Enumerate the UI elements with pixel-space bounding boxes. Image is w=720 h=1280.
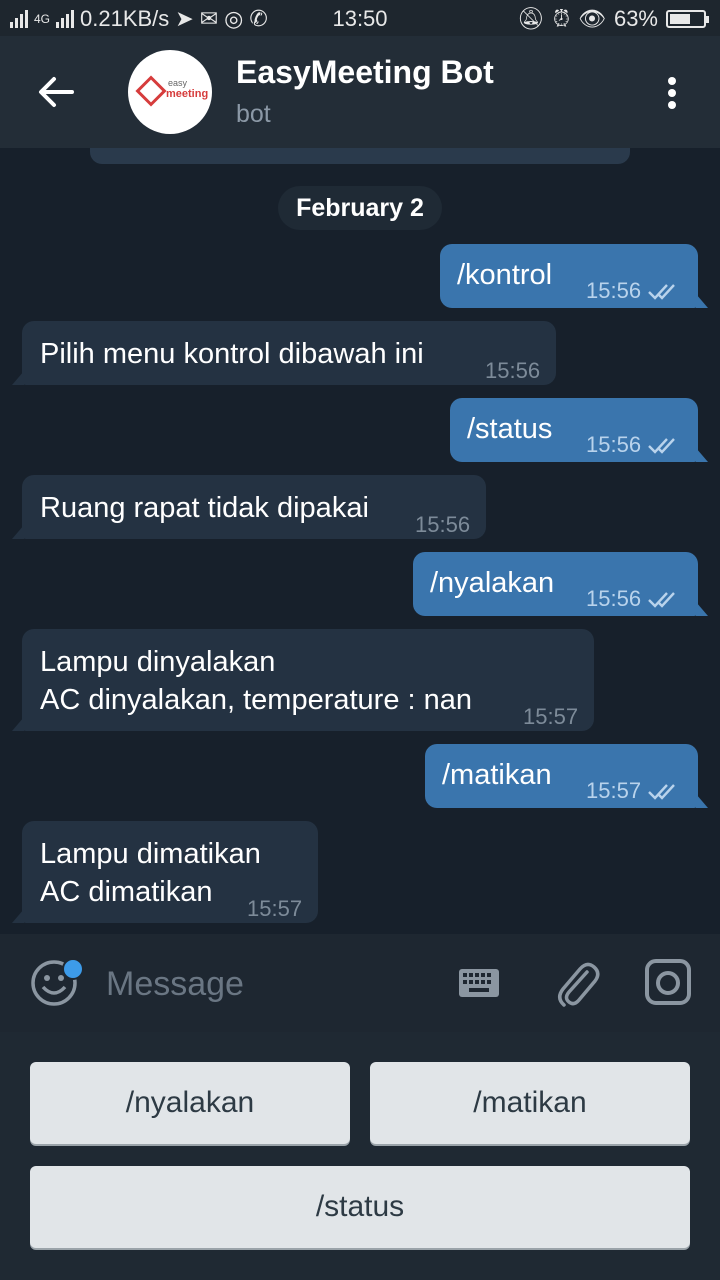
message-text: Ruang rapat tidak dipakai	[40, 492, 369, 524]
message-text: /matikan	[442, 759, 552, 791]
chat-header: easy meeting EasyMeeting Bot bot	[0, 36, 720, 148]
message-meta: 15:56	[485, 352, 540, 390]
message-time: 15:56	[586, 432, 642, 457]
chat-title[interactable]: EasyMeeting Bot	[236, 54, 494, 91]
double-check-icon	[648, 784, 675, 800]
message-composer	[0, 934, 720, 1032]
message-time: 15:57	[586, 778, 642, 803]
message-time: 15:57	[523, 704, 579, 729]
chat-subtitle: bot	[236, 100, 271, 128]
message-meta: 15:56	[415, 506, 470, 544]
message-text: Pilih menu kontrol dibawah ini	[40, 338, 424, 370]
double-check-icon	[648, 438, 675, 454]
message-bubble-incoming[interactable]: Ruang rapat tidak dipakai 15:56	[12, 475, 486, 539]
message-bubble-outgoing[interactable]: /kontrol 15:56	[440, 244, 708, 310]
message-bubble-incoming[interactable]: Lampu dinyalakan AC dinyalakan, temperat…	[12, 629, 594, 731]
message-text: /nyalakan	[430, 567, 555, 599]
message-text: /status	[467, 413, 553, 445]
keyboard-button-matikan[interactable]: /matikan	[370, 1062, 690, 1144]
bot-avatar[interactable]: easy meeting	[128, 50, 212, 134]
message-meta: 15:56	[586, 272, 681, 310]
status-bar: 4G 0.21KB/s ➤ ✉ ◎ ✆ 13:50 🔕︎ ⏰︎ 👁︎ 63%	[0, 0, 720, 36]
message-bubble-outgoing[interactable]: /nyalakan 15:56	[413, 552, 708, 618]
message-meta: 15:56	[586, 426, 681, 464]
date-separator: February 2	[278, 186, 442, 230]
mute-icon: 🔕︎	[516, 6, 545, 31]
message-input[interactable]	[104, 958, 428, 1010]
message-meta: 15:56	[586, 580, 681, 618]
message-time: 15:56	[586, 278, 642, 303]
attach-icon[interactable]	[553, 956, 601, 1010]
message-meta: 15:57	[523, 698, 578, 736]
message-time: 15:56	[586, 586, 642, 611]
message-bubble-incoming[interactable]: Pilih menu kontrol dibawah ini 15:56	[12, 321, 556, 385]
message-meta: 15:57	[586, 772, 681, 810]
message-bubble-incoming[interactable]: Lampu dimatikan AC dimatikan 15:57	[12, 821, 318, 923]
message-time: 15:57	[247, 896, 303, 921]
message-text: Lampu dimatikan AC dimatikan	[40, 838, 261, 908]
alarm-icon: ⏰︎	[552, 6, 571, 31]
message-meta: 15:57	[247, 890, 302, 928]
logo-mark-icon	[135, 75, 167, 107]
message-time: 15:56	[485, 358, 541, 383]
double-check-icon	[648, 592, 675, 608]
message-time: 15:56	[415, 512, 471, 537]
bot-keyboard-icon[interactable]	[458, 968, 500, 998]
message-text: /kontrol	[457, 259, 553, 291]
more-options-icon[interactable]	[664, 74, 680, 114]
keyboard-button-nyalakan[interactable]: /nyalakan	[30, 1062, 350, 1144]
battery-percent: 63%	[613, 6, 658, 31]
message-text: Lampu dinyalakan AC dinyalakan, temperat…	[40, 646, 473, 716]
bot-reply-keyboard: /nyalakan /matikan /status	[0, 1032, 720, 1280]
avatar-logo-text-2: meeting	[166, 88, 209, 100]
previous-message-edge	[90, 148, 630, 164]
message-bubble-outgoing[interactable]: /matikan 15:57	[425, 744, 708, 810]
back-arrow-icon[interactable]	[36, 74, 76, 110]
avatar-logo-text: easy	[168, 78, 188, 88]
eye-icon: 👁︎	[578, 6, 606, 31]
battery-icon	[666, 10, 709, 28]
double-check-icon	[648, 284, 675, 300]
notification-dot	[62, 958, 84, 980]
keyboard-button-status[interactable]: /status	[30, 1166, 690, 1248]
message-bubble-outgoing[interactable]: /status 15:56	[450, 398, 708, 464]
camera-icon[interactable]	[644, 958, 692, 1006]
